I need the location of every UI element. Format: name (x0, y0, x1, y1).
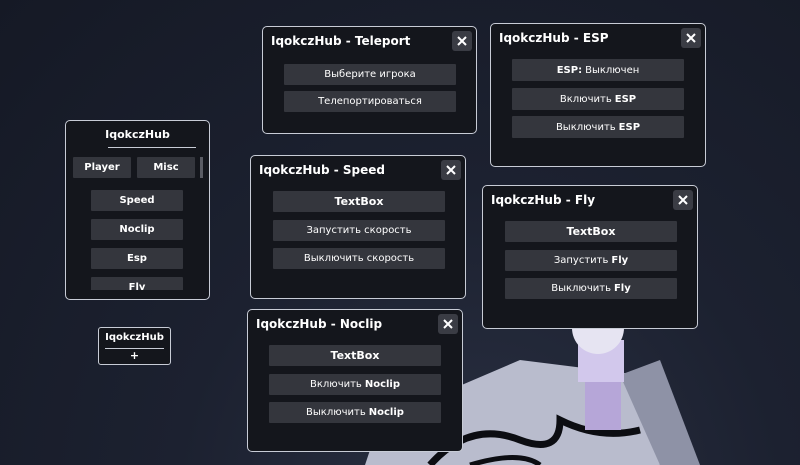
start-fly-button[interactable]: Запустить Fly (505, 250, 677, 271)
close-icon (443, 319, 453, 329)
stop-fly-word: Fly (613, 283, 631, 294)
menu-item-fly[interactable]: Fly (91, 277, 183, 290)
avatar-legs (585, 375, 621, 430)
menu-item-noclip[interactable]: Noclip (91, 219, 183, 240)
disable-noclip-button[interactable]: Выключить Noclip (269, 402, 441, 423)
noclip-title: IqokczHub - Noclip (256, 317, 383, 331)
tab-player[interactable]: Player (73, 157, 131, 178)
fly-textbox[interactable]: TextBox (505, 221, 677, 242)
speed-close-button[interactable] (441, 160, 461, 180)
enable-noclip-button[interactable]: Включить Noclip (269, 374, 441, 395)
mini-hub-title: IqokczHub (105, 332, 164, 343)
start-fly-word: Fly (611, 255, 629, 266)
main-hub-panel: IqokczHub Player Misc Speed Noclip Esp F… (65, 120, 210, 300)
noclip-panel: IqokczHub - Noclip TextBox Включить Nocli… (247, 309, 463, 452)
enable-esp-prefix: Включить (559, 93, 612, 105)
teleport-button[interactable]: Телепортироваться (284, 91, 456, 112)
teleport-title: IqokczHub - Teleport (271, 34, 411, 48)
close-icon (678, 195, 688, 205)
mini-hub-toggle[interactable]: IqokczHub + (98, 327, 171, 365)
close-icon (457, 36, 467, 46)
speed-title: IqokczHub - Speed (259, 163, 385, 177)
speed-textbox[interactable]: TextBox (273, 191, 445, 212)
close-icon (446, 165, 456, 175)
fly-title: IqokczHub - Fly (491, 193, 596, 207)
menu-item-speed[interactable]: Speed (91, 190, 183, 211)
enable-noclip-word: Noclip (364, 379, 401, 390)
esp-status-value: Выключен (585, 64, 640, 76)
esp-panel: IqokczHub - ESP ESP: Выключен Включить ESP… (490, 23, 706, 167)
disable-noclip-word: Noclip (368, 407, 404, 418)
tab-misc[interactable]: Misc (137, 157, 195, 178)
fly-panel: IqokczHub - Fly TextBox Запустить Fly Вык… (482, 185, 698, 329)
esp-status-prefix: ESP: (556, 64, 583, 76)
main-hub-title-underline (108, 147, 196, 148)
plus-icon[interactable]: + (99, 349, 170, 362)
close-icon (686, 33, 696, 43)
noclip-close-button[interactable] (438, 314, 458, 334)
disable-noclip-prefix: Выключить (306, 407, 366, 418)
teleport-close-button[interactable] (452, 31, 472, 51)
tabs-scrollbar[interactable] (200, 157, 203, 178)
enable-esp-button[interactable]: Включить ESP (512, 88, 684, 110)
disable-esp-prefix: Выключить (555, 121, 616, 133)
teleport-panel: IqokczHub - Teleport Выберите игрока Тел… (262, 26, 477, 134)
noclip-textbox[interactable]: TextBox (269, 345, 441, 366)
esp-title: IqokczHub - ESP (499, 31, 609, 45)
select-player-button[interactable]: Выберите игрока (284, 64, 456, 85)
disable-esp-button[interactable]: Выключить ESP (512, 116, 684, 138)
speed-panel: IqokczHub - Speed TextBox Запустить скор… (250, 155, 466, 299)
menu-item-esp[interactable]: Esp (91, 248, 183, 269)
fly-close-button[interactable] (673, 190, 693, 210)
start-fly-prefix: Запустить (553, 255, 609, 266)
items-scroll-area[interactable]: Speed Noclip Esp Fly (66, 185, 209, 290)
start-speed-button[interactable]: Запустить скорость (273, 220, 445, 241)
enable-noclip-prefix: Включить (309, 379, 362, 390)
disable-esp-word: ESP (618, 121, 641, 133)
stop-speed-button[interactable]: Выключить скорость (273, 248, 445, 269)
enable-esp-word: ESP (614, 93, 637, 105)
stop-fly-prefix: Выключить (551, 283, 611, 294)
stop-fly-button[interactable]: Выключить Fly (505, 278, 677, 299)
esp-status-label[interactable]: ESP: Выключен (512, 59, 684, 81)
esp-close-button[interactable] (681, 28, 701, 48)
main-hub-title: IqokczHub (105, 128, 170, 141)
